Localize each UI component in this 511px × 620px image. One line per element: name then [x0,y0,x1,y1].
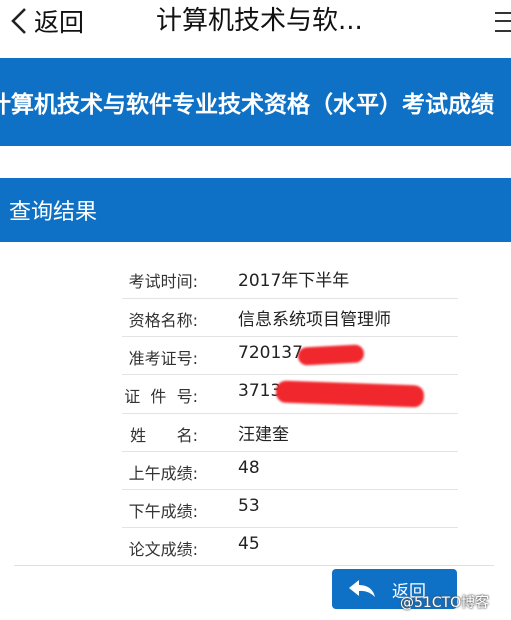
footer-divider [14,565,494,566]
row-label: 准考证号: [128,349,198,368]
row-label: 考试时间: [128,272,198,291]
top-nav-bar: 返回 计算机技术与软... [0,0,511,44]
row-value: 48 [238,458,260,478]
table-row: 准考证号: 720137 [0,337,511,375]
row-label: 证 件 号: [124,387,198,406]
section-title: 查询结果 [9,200,98,225]
results-section-header: 查询结果 [0,178,511,242]
table-row: 论文成绩: 45 [0,528,511,566]
table-row: 考试时间: 2017年下半年 [0,260,511,298]
table-row: 资格名称: 信息系统项目管理师 [0,299,511,337]
table-row: 下午成绩: 53 [0,490,511,528]
table-row: 证 件 号: 3713 [0,375,511,413]
row-value: 720137 [238,343,303,363]
chevron-left-icon [11,8,26,34]
row-value: 3713 [238,381,282,401]
page-title: 计算机技术与软... [156,6,363,36]
row-value: 信息系统项目管理师 [238,310,391,330]
row-label: 论文成绩: [128,540,198,559]
redaction-mark [297,344,365,366]
row-value: 2017年下半年 [238,271,350,291]
menu-icon[interactable] [492,10,511,34]
row-label: 上午成绩: [128,464,198,483]
exam-banner: 计算机技术与软件专业技术资格（水平）考试成绩 [0,58,511,146]
row-label: 资格名称: [128,311,198,330]
row-value: 53 [238,496,260,516]
table-row: 姓 名: 汪建奎 [0,414,511,452]
table-row: 上午成绩: 48 [0,452,511,490]
back-link-label: 返回 [34,8,85,37]
row-value: 汪建奎 [238,425,289,445]
row-label: 下午成绩: [128,502,198,521]
reply-arrow-icon [349,580,375,597]
back-link[interactable]: 返回 [8,4,84,38]
row-value: 45 [238,534,260,554]
row-label: 姓 名: [130,426,198,445]
banner-title: 计算机技术与软件专业技术资格（水平）考试成绩 [0,92,494,118]
watermark: @51CTO博客 [400,595,490,611]
